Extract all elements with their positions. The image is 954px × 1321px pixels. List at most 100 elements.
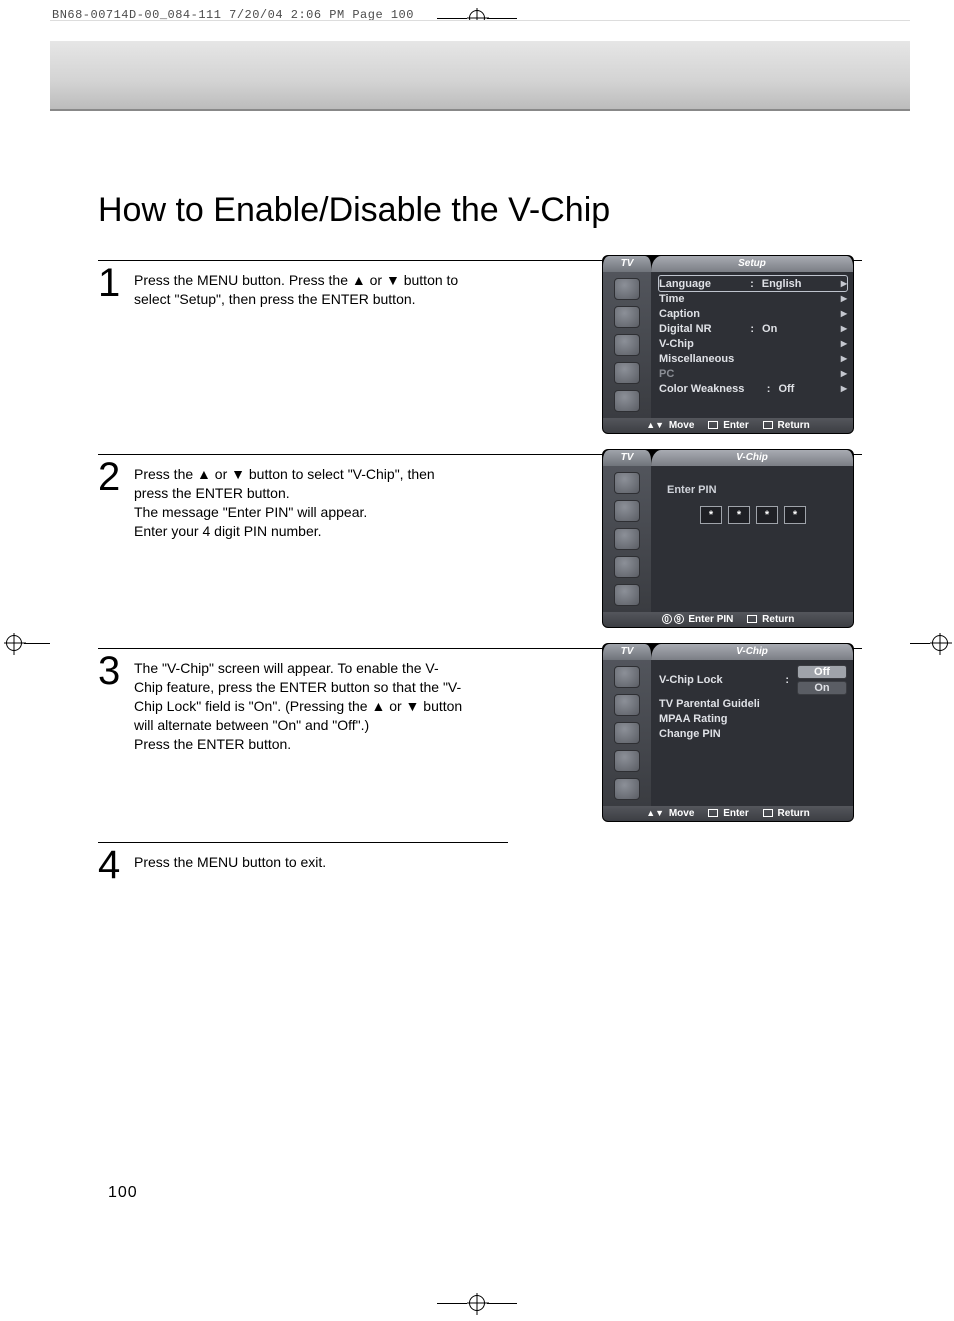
pin-digit: * [728,506,750,524]
osd-row-label: Color Weakness [659,383,744,395]
osd-category-icon [614,722,640,744]
osd-row-mpaa: MPAA Rating [659,711,847,726]
down-arrow-icon: ▼ [231,466,245,482]
osd-row-language: Language : English ▶ [659,276,847,291]
up-arrow-icon: ▲ [371,698,385,714]
osd-row-tvparental: TV Parental Guideli [659,696,847,711]
osd-row-label: Digital NR [659,323,712,335]
text: Press the ENTER button. [134,736,291,752]
page-number: 100 [108,1184,138,1202]
osd-setup: TV Setup Language [602,255,854,434]
header-bar [50,41,910,111]
osd-tab-title: V-Chip [651,450,853,466]
step-body: Press the MENU button. Press the ▲ or ▼ … [134,265,464,309]
osd-row-value: English [762,278,802,290]
osd-list: Enter PIN * * * * [651,466,853,612]
osd-row-label: MPAA Rating [659,713,727,725]
number-icon: 9 [674,614,684,624]
osd-footer: ▲▼ Move Enter Return [603,418,853,433]
option-on: On [797,681,847,695]
osd-enter-pin: TV V-Chip Enter PIN [602,449,854,628]
page-title: How to Enable/Disable the V-Chip [98,191,862,230]
osd-category-icon [614,334,640,356]
pin-digit: * [784,506,806,524]
osd-footer: 09 Enter PIN Return [603,612,853,627]
text: Press the [134,466,197,482]
osd-row-label: Language [659,278,711,290]
updown-icon: ▲▼ [646,420,664,430]
pin-digit: * [700,506,722,524]
down-arrow-icon: ▼ [406,698,420,714]
pin-digit: * [756,506,778,524]
osd-row-vchip-lock: V-Chip Lock : Off On [659,664,847,696]
text: or [211,466,231,482]
osd-category-icon [614,500,640,522]
right-arrow-icon: ▶ [841,279,847,288]
step-body: The "V-Chip" screen will appear. To enab… [134,653,464,753]
osd-row-colorweakness: Color Weakness : Off ▶ [659,381,847,396]
osd-row-value: On [762,323,802,335]
osd-footer: ▲▼ Move Enter Return [603,806,853,821]
step-number: 3 [98,653,122,689]
step-body: Press the MENU button to exit. [134,847,464,872]
return-icon [747,615,757,623]
footer-enter: Enter [723,808,749,819]
right-arrow-icon: ▶ [841,339,847,348]
osd-category-icon [614,528,640,550]
enter-icon [708,421,718,429]
enter-pin-label: Enter PIN [667,484,847,496]
right-arrow-icon: ▶ [841,384,847,393]
osd-row-label: Change PIN [659,728,721,740]
text: or [366,272,386,288]
right-arrow-icon: ▶ [841,294,847,303]
osd-row-label: TV Parental Guideli [659,698,760,710]
osd-category-icon [614,472,640,494]
osd-category-icon [614,278,640,300]
osd-category-icon [614,778,640,800]
osd-row-vchip: V-Chip ▶ [659,336,847,351]
osd-tab-title: Setup [651,256,853,272]
pin-boxes: * * * * [659,506,847,524]
right-arrow-icon: ▶ [841,309,847,318]
down-arrow-icon: ▼ [386,272,400,288]
footer-move: Move [669,808,695,819]
up-arrow-icon: ▲ [197,466,211,482]
footer-return: Return [762,614,794,625]
right-arrow-icon: ▶ [841,369,847,378]
page: How to Enable/Disable the V-Chip 1 Press… [50,20,910,1280]
text: or [385,698,405,714]
osd-category-icon [614,694,640,716]
right-arrow-icon: ▶ [841,354,847,363]
up-arrow-icon: ▲ [352,272,366,288]
osd-row-label: V-Chip [659,338,694,350]
crop-mark-bottom [437,1295,517,1311]
step-body: Press the ▲ or ▼ button to select "V-Chi… [134,459,464,541]
enter-icon [708,809,718,817]
osd-row-label: Caption [659,308,700,320]
option-off: Off [797,665,847,679]
osd-category-icon [614,666,640,688]
step-number: 4 [98,847,122,883]
footer-return: Return [778,808,810,819]
osd-row-value: Off [778,383,818,395]
osd-tab-tv: TV [603,644,651,660]
step-4: 4 Press the MENU button to exit. [98,842,508,897]
osd-icon-column [603,466,651,612]
osd-list: V-Chip Lock : Off On TV Parental Guideli… [651,660,853,806]
osd-row-label: Miscellaneous [659,353,734,365]
step-2: 2 Press the ▲ or ▼ button to select "V-C… [98,454,862,648]
osd-icon-column [603,272,651,418]
text: Enter your 4 digit PIN number. [134,523,322,539]
osd-row-label: V-Chip Lock [659,674,723,686]
step-3: 3 The "V-Chip" screen will appear. To en… [98,648,862,842]
osd-row-pc: PC▶ [659,366,847,381]
text: Press the MENU button. Press the [134,272,352,288]
osd-category-icon [614,750,640,772]
updown-icon: ▲▼ [646,808,664,818]
colon: : [767,383,771,395]
osd-row-misc: Miscellaneous ▶ [659,351,847,366]
return-icon [763,421,773,429]
step-1: 1 Press the MENU button. Press the ▲ or … [98,260,862,454]
osd-category-icon [614,556,640,578]
osd-vchip-menu: TV V-Chip V-Chip Lock [602,643,854,822]
